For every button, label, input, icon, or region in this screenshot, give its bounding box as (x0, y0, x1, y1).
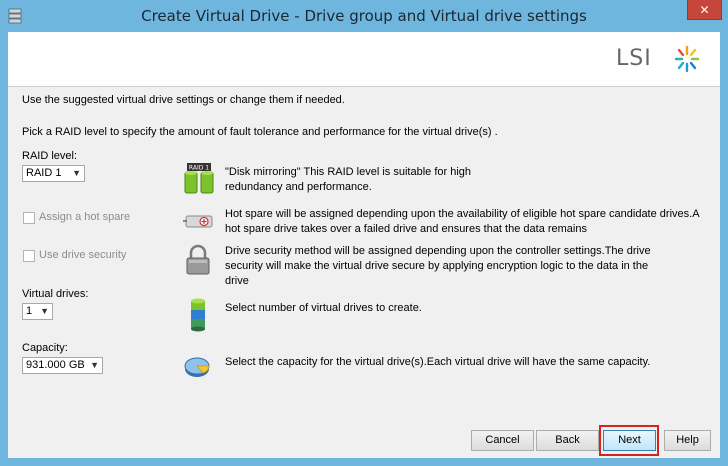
create-virtual-drive-window: Create Virtual Drive - Drive group and V… (0, 0, 728, 466)
database-stack-icon (191, 298, 205, 332)
capacity-select[interactable]: 931.000 GB ▼ (22, 357, 103, 374)
drive-security-checkbox[interactable] (23, 250, 35, 262)
virtual-drives-value: 1 (26, 305, 33, 317)
padlock-icon (186, 244, 210, 275)
lsi-logo-text: LSI (616, 46, 652, 71)
cancel-button[interactable]: Cancel (471, 430, 534, 451)
virtual-drives-description: Select number of virtual drives to creat… (225, 302, 422, 314)
raid-instruction-text: Pick a RAID level to specify the amount … (22, 126, 498, 138)
next-button[interactable]: Next (603, 430, 656, 451)
virtual-drives-label: Virtual drives: (22, 288, 89, 300)
raid-level-label: RAID level: (22, 150, 78, 162)
raid-description: "Disk mirroring" This RAID level is suit… (225, 166, 472, 193)
intro-text: Use the suggested virtual drive settings… (22, 94, 345, 106)
header-separator (8, 86, 720, 87)
virtual-drives-select[interactable]: 1 ▼ (22, 303, 53, 320)
help-button[interactable]: Help (664, 430, 711, 451)
hot-spare-description: Hot spare will be assigned depending upo… (225, 208, 699, 235)
header-banner: LSI (8, 32, 720, 86)
chevron-down-icon: ▼ (90, 360, 99, 370)
capacity-value: 931.000 GB (26, 359, 85, 371)
title-bar[interactable]: Create Virtual Drive - Drive group and V… (0, 0, 728, 32)
back-button[interactable]: Back (536, 430, 599, 451)
capacity-label: Capacity: (22, 342, 68, 354)
drive-security-description: Drive security method will be assigned d… (225, 245, 651, 287)
chevron-down-icon: ▼ (40, 306, 49, 316)
hot-spare-label: Assign a hot spare (39, 211, 131, 223)
hot-spare-drive-icon (183, 215, 213, 228)
capacity-pie-icon (184, 357, 210, 377)
hot-spare-checkbox[interactable] (23, 212, 35, 224)
raid-icon-badge: RAID 1 (189, 165, 209, 172)
chevron-down-icon: ▼ (72, 168, 81, 178)
capacity-description: Select the capacity for the virtual driv… (225, 356, 651, 368)
raid-level-value: RAID 1 (26, 167, 62, 179)
raid-disks-icon: RAID 1 (184, 163, 214, 194)
lsi-starburst-icon (674, 45, 700, 73)
drive-security-label: Use drive security (39, 249, 127, 261)
raid-level-select[interactable]: RAID 1 ▼ (22, 165, 85, 182)
window-title: Create Virtual Drive - Drive group and V… (141, 7, 587, 25)
close-button[interactable]: ✕ (687, 0, 722, 20)
dialog-client-area: LSI Use the suggested virtual drive sett… (8, 32, 720, 458)
lsi-logo: LSI (616, 44, 706, 74)
